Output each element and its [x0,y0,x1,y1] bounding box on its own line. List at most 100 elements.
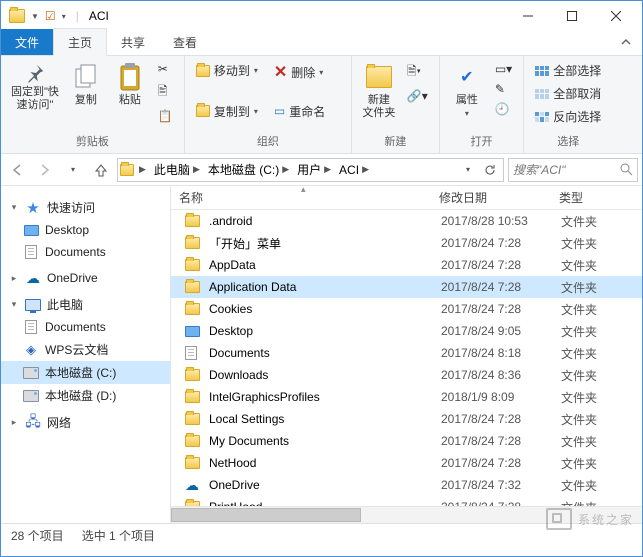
file-row[interactable]: Cookies2017/8/24 7:28文件夹 [171,298,642,320]
file-row[interactable]: .android2017/8/28 10:53文件夹 [171,210,642,232]
edit-icon: ✎ [495,82,505,96]
tab-view[interactable]: 查看 [159,29,211,55]
app-icon [9,9,25,23]
link-icon: 🔗▾ [407,89,428,103]
horizontal-scrollbar[interactable] [171,506,642,523]
crumb-aci[interactable]: ACI▶ [336,163,372,177]
forward-button[interactable] [33,158,57,182]
minimize-button[interactable] [506,2,550,30]
selectnone-button[interactable]: 全部取消 [532,83,604,104]
up-button[interactable] [89,158,113,182]
copypath-button[interactable]: 🖹 [155,80,176,105]
copyto-button[interactable]: 复制到▾ [193,101,265,122]
sidebar-drived[interactable]: 本地磁盘 (D:) [1,384,170,407]
selectall-button[interactable]: 全部选择 [532,60,604,81]
file-row[interactable]: Documents2017/8/24 8:18文件夹 [171,342,642,364]
file-icon [185,237,203,249]
close-button[interactable] [594,2,638,30]
file-row[interactable]: Local Settings2017/8/24 7:28文件夹 [171,408,642,430]
properties-button[interactable]: ✔ 属性 ▾ [448,60,486,120]
col-type[interactable]: 类型 [551,189,621,206]
file-row[interactable]: Desktop2017/8/24 9:05文件夹 [171,320,642,342]
arrow-left-icon [10,163,24,177]
tab-share[interactable]: 共享 [107,29,159,55]
sidebar-drivec[interactable]: 本地磁盘 (C:) [1,361,170,384]
sidebar-thispc[interactable]: ▾此电脑 [1,293,170,316]
history-icon: 🕘 [495,102,510,116]
pin-quickaccess-button[interactable]: 固定到"快 速访问" [9,60,61,114]
rename-label: 重命名 [289,103,325,120]
paste-button[interactable]: 粘贴 [111,60,149,109]
chevron-up-icon [620,36,632,48]
file-icon [185,413,203,425]
qat-overflow-icon[interactable]: ▾ [62,12,66,21]
sidebar-documents2[interactable]: Documents [1,316,170,338]
col-modified[interactable]: 修改日期 [431,189,551,206]
sidebar-onedrive[interactable]: ▸☁OneDrive [1,267,170,289]
delete-button[interactable]: ✕ 删除▾ [271,60,337,84]
file-list[interactable]: .android2017/8/28 10:53文件夹「开始」菜单2017/8/2… [171,210,642,506]
copy-button[interactable]: 复制 [67,60,105,109]
arrow-right-icon [38,163,52,177]
file-row[interactable]: Application Data2017/8/24 7:28文件夹 [171,276,642,298]
content-pane: 名称▴ 修改日期 类型 .android2017/8/28 10:53文件夹「开… [171,186,642,523]
tab-home[interactable]: 主页 [53,28,107,56]
crumb-users[interactable]: 用户▶ [294,161,334,178]
file-row[interactable]: AppData2017/8/24 7:28文件夹 [171,254,642,276]
pin-icon [24,62,46,84]
file-row[interactable]: My Documents2017/8/24 7:28文件夹 [171,430,642,452]
edit-button[interactable]: ✎ [492,80,515,98]
back-button[interactable] [5,158,29,182]
maximize-button[interactable] [550,2,594,30]
easyaccess-button[interactable]: 🔗▾ [404,87,431,105]
file-row[interactable]: ☁OneDrive2017/8/24 7:32文件夹 [171,474,642,496]
addr-dropdown-button[interactable]: ▾ [457,159,479,181]
file-date: 2017/8/24 7:32 [441,478,561,492]
file-type: 文件夹 [561,389,631,406]
file-icon [185,369,203,381]
file-name: Application Data [209,280,441,294]
invertselect-button[interactable]: 反向选择 [532,106,604,127]
file-row[interactable]: Downloads2017/8/24 8:36文件夹 [171,364,642,386]
recent-button[interactable]: ▾ [61,158,85,182]
file-row[interactable]: IntelGraphicsProfiles2018/1/9 8:09文件夹 [171,386,642,408]
refresh-button[interactable] [479,159,501,181]
crumb-thispc[interactable]: 此电脑▶ [151,161,203,178]
col-name[interactable]: 名称▴ [171,189,431,206]
properties-icon: ✔ [452,62,482,92]
tab-file[interactable]: 文件 [1,29,53,55]
newitem-button[interactable]: 🗎▾ [404,60,431,85]
sidebar-documents[interactable]: Documents [1,241,170,263]
file-name: .android [209,214,441,228]
moveto-label: 移动到 [214,62,250,79]
history-button[interactable]: 🕘 [492,100,515,118]
file-type: 文件夹 [561,433,631,450]
chevron-right-icon[interactable]: ▶ [139,164,146,175]
qat-checkbox-icon[interactable]: ☑ [45,9,56,23]
selectnone-label: 全部取消 [553,85,601,102]
sidebar-network[interactable]: ▸🖧网络 [1,411,170,434]
sidebar-quickaccess[interactable]: ▾★快速访问 [1,196,170,219]
open-button[interactable]: ▭▾ [492,60,515,78]
qat-caret-icon[interactable]: ▼ [31,12,39,21]
file-type: 文件夹 [561,411,631,428]
file-row[interactable]: NetHood2017/8/24 7:28文件夹 [171,452,642,474]
cut-button[interactable]: ✂ [155,60,176,78]
rename-button[interactable]: ▭ 重命名 [271,101,337,122]
crumb-drive[interactable]: 本地磁盘 (C:)▶ [205,161,292,178]
file-icon [185,259,203,271]
breadcrumb[interactable]: ▶ 此电脑▶ 本地磁盘 (C:)▶ 用户▶ ACI▶ ▾ [117,158,504,182]
sidebar-desktop[interactable]: Desktop [1,219,170,241]
pasteshortcut-button[interactable]: 📋 [155,107,176,125]
moveto-button[interactable]: 移动到▾ [193,60,265,81]
file-row[interactable]: PrintHood2017/8/24 7:28文件夹 [171,496,642,506]
ribbon-expand-button[interactable] [610,32,642,55]
sidebar-wps[interactable]: ◈WPS云文档 [1,338,170,361]
pin-label: 固定到"快 速访问" [11,86,59,112]
newfolder-button[interactable]: 新建 文件夹 [360,60,398,122]
scrollbar-thumb[interactable] [171,508,361,522]
file-row[interactable]: 「开始」菜单2017/8/24 7:28文件夹 [171,232,642,254]
search-input[interactable]: 搜索"ACI" [508,158,638,182]
refresh-icon [484,164,496,176]
file-icon [185,281,203,293]
